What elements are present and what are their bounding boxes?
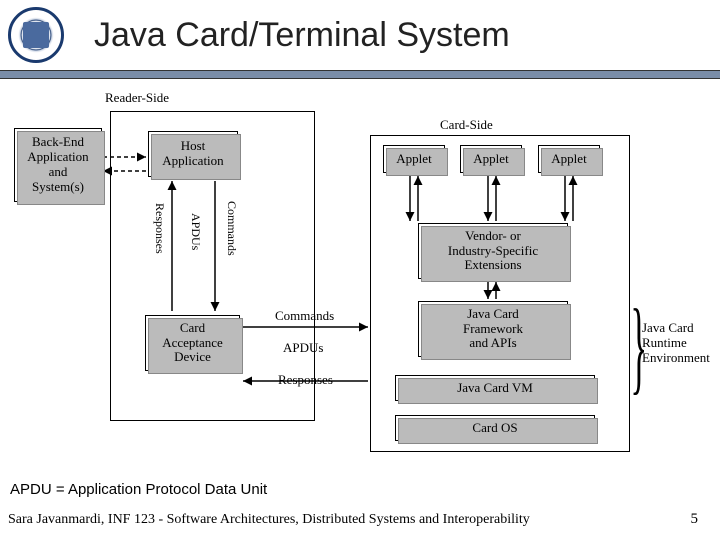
slide-title: Java Card/Terminal System <box>94 16 510 55</box>
university-seal-icon <box>8 7 64 63</box>
slide-footer: Sara Javanmardi, INF 123 - Software Arch… <box>8 512 530 528</box>
responses-h-label: Responses <box>278 373 333 388</box>
jc-vm-box: Java Card VM <box>395 375 595 401</box>
applet3-box: Applet <box>538 145 600 173</box>
jc-framework-box: Java Card Framework and APIs <box>418 301 568 357</box>
jcre-label: Java Card Runtime Environment <box>642 321 710 366</box>
host-app-box: Host Application <box>148 131 238 177</box>
commands-vertical-label: Commands <box>224 201 238 256</box>
apdu-note: APDU = Application Protocol Data Unit <box>10 481 267 498</box>
responses-vertical-label: Responses <box>152 203 166 254</box>
apdus-h-label: APDUs <box>283 341 323 356</box>
card-os-box: Card OS <box>395 415 595 441</box>
backend-box: Back-End Application and System(s) <box>14 128 102 202</box>
vendor-ext-box: Vendor- or Industry-Specific Extensions <box>418 223 568 279</box>
card-side-label: Card-Side <box>440 118 493 133</box>
slide-header: Java Card/Terminal System <box>0 0 720 70</box>
page-number: 5 <box>691 511 699 528</box>
divider-bar <box>0 70 720 79</box>
architecture-diagram: Reader-Side Card-Side Back-End Applicati… <box>0 83 720 483</box>
applet2-box: Applet <box>460 145 522 173</box>
applet1-box: Applet <box>383 145 445 173</box>
card-side-container <box>370 135 630 452</box>
cad-box: Card Acceptance Device <box>145 315 240 371</box>
apdus-vertical-label: APDUs <box>188 213 202 250</box>
commands-h-label: Commands <box>275 309 334 324</box>
reader-side-label: Reader-Side <box>105 91 169 106</box>
